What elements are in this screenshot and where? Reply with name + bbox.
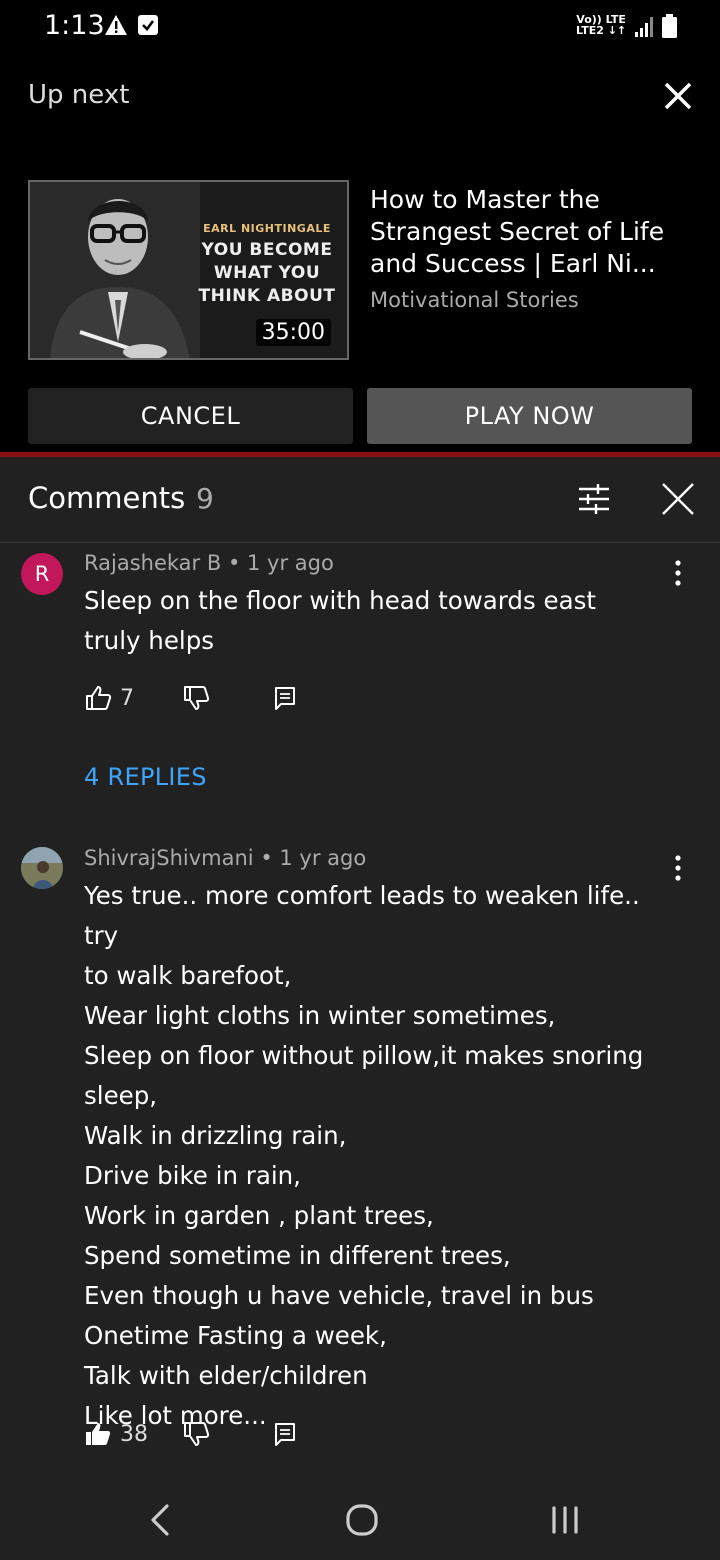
comments-count: 9 <box>196 482 214 515</box>
status-time: 1:13 <box>44 10 105 41</box>
up-next-label: Up next <box>28 80 130 110</box>
thumbnail-caption: EARL NIGHTINGALE YOU BECOME WHAT YOU THI… <box>198 222 336 306</box>
comments-sheet: Comments 9 R Rajashekar B • 1 yr ago Sle… <box>0 457 720 1560</box>
more-options-icon[interactable] <box>668 559 688 587</box>
reply-comment-icon <box>275 1423 295 1446</box>
comment-text: Yes true.. more comfort leads to weaken … <box>84 881 644 1430</box>
thumbs-up-icon <box>86 686 112 710</box>
battery-icon <box>662 14 677 38</box>
video-duration: 35:00 <box>255 319 331 346</box>
thumbs-up-filled-icon <box>86 1423 111 1445</box>
avatar[interactable] <box>21 847 63 889</box>
warning-icon <box>105 15 127 35</box>
system-navigation-bar <box>0 1478 720 1560</box>
comment-author[interactable]: ShivrajShivmani <box>84 846 254 870</box>
sort-filter-icon[interactable] <box>576 481 612 517</box>
dislike-button[interactable] <box>182 1418 210 1450</box>
video-title[interactable]: How to Master the Strangest Secret of Li… <box>370 184 700 280</box>
play-now-button[interactable]: PLAY NOW <box>367 388 692 444</box>
user-photo <box>21 847 63 889</box>
home-icon[interactable] <box>342 1500 382 1540</box>
signal-icon <box>635 17 653 37</box>
view-replies-link[interactable]: 4 REPLIES <box>84 763 207 791</box>
back-icon[interactable] <box>141 1500 181 1540</box>
dislike-button[interactable] <box>182 682 210 714</box>
like-button[interactable]: 7 <box>84 682 134 714</box>
video-thumbnail[interactable]: EARL NIGHTINGALE YOU BECOME WHAT YOU THI… <box>28 180 349 360</box>
like-button[interactable]: 38 <box>84 1418 148 1450</box>
channel-name: Motivational Stories <box>370 288 579 312</box>
comment-text: Sleep on the floor with head towards eas… <box>84 586 596 655</box>
comment-author[interactable]: Rajashekar B <box>84 551 221 575</box>
checkbox-notification-icon <box>138 15 158 35</box>
comment-meta: Rajashekar B • 1 yr ago <box>84 551 334 575</box>
reply-button[interactable] <box>270 682 298 714</box>
thumbs-down-icon <box>184 686 210 710</box>
thumbs-down-icon <box>184 1422 210 1446</box>
portrait-image <box>30 182 200 358</box>
comment-time: 1 yr ago <box>247 551 334 575</box>
cancel-button[interactable]: CANCEL <box>28 388 353 444</box>
like-count: 7 <box>120 685 134 711</box>
comment-time: 1 yr ago <box>279 846 367 870</box>
close-comments-icon[interactable] <box>660 481 696 517</box>
avatar[interactable]: R <box>21 553 63 595</box>
reply-comment-icon <box>275 687 295 710</box>
comments-header: Comments 9 <box>0 457 720 543</box>
like-count: 38 <box>120 1421 148 1447</box>
recent-apps-icon[interactable] <box>545 1500 585 1540</box>
status-bar: 1:13 Vo)) LTE LTE2 ↓↑ <box>0 0 720 56</box>
comment-meta: ShivrajShivmani • 1 yr ago <box>84 846 367 870</box>
reply-button[interactable] <box>270 1418 298 1450</box>
close-icon[interactable] <box>660 78 696 114</box>
network-indicator: Vo)) LTE LTE2 ↓↑ <box>576 13 627 37</box>
comments-title: Comments <box>28 481 186 515</box>
